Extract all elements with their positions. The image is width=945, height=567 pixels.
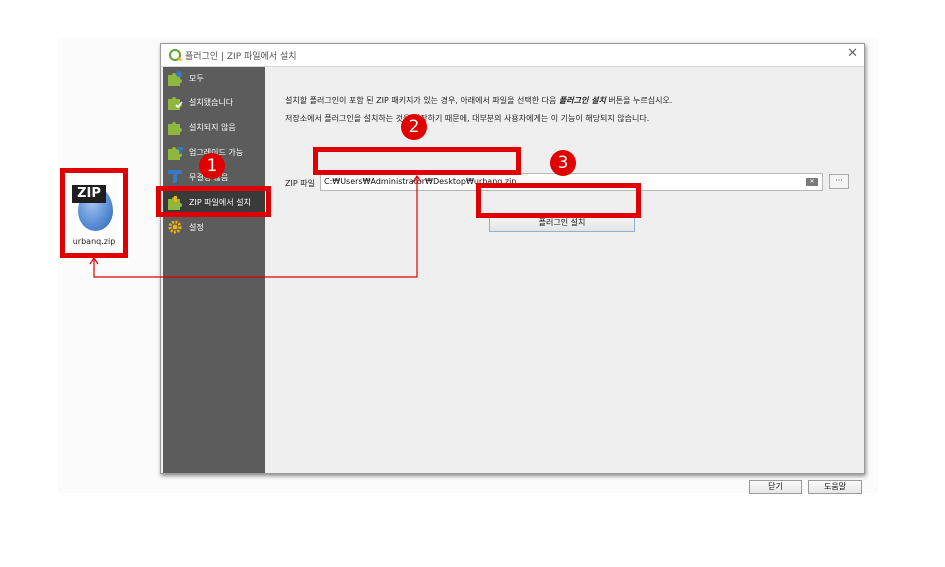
- drag-arrow: [89, 174, 422, 278]
- callout-badge-1: 1: [199, 153, 225, 179]
- callout-badge-2: 2: [401, 114, 427, 140]
- callout-badge-3: 3: [550, 150, 576, 176]
